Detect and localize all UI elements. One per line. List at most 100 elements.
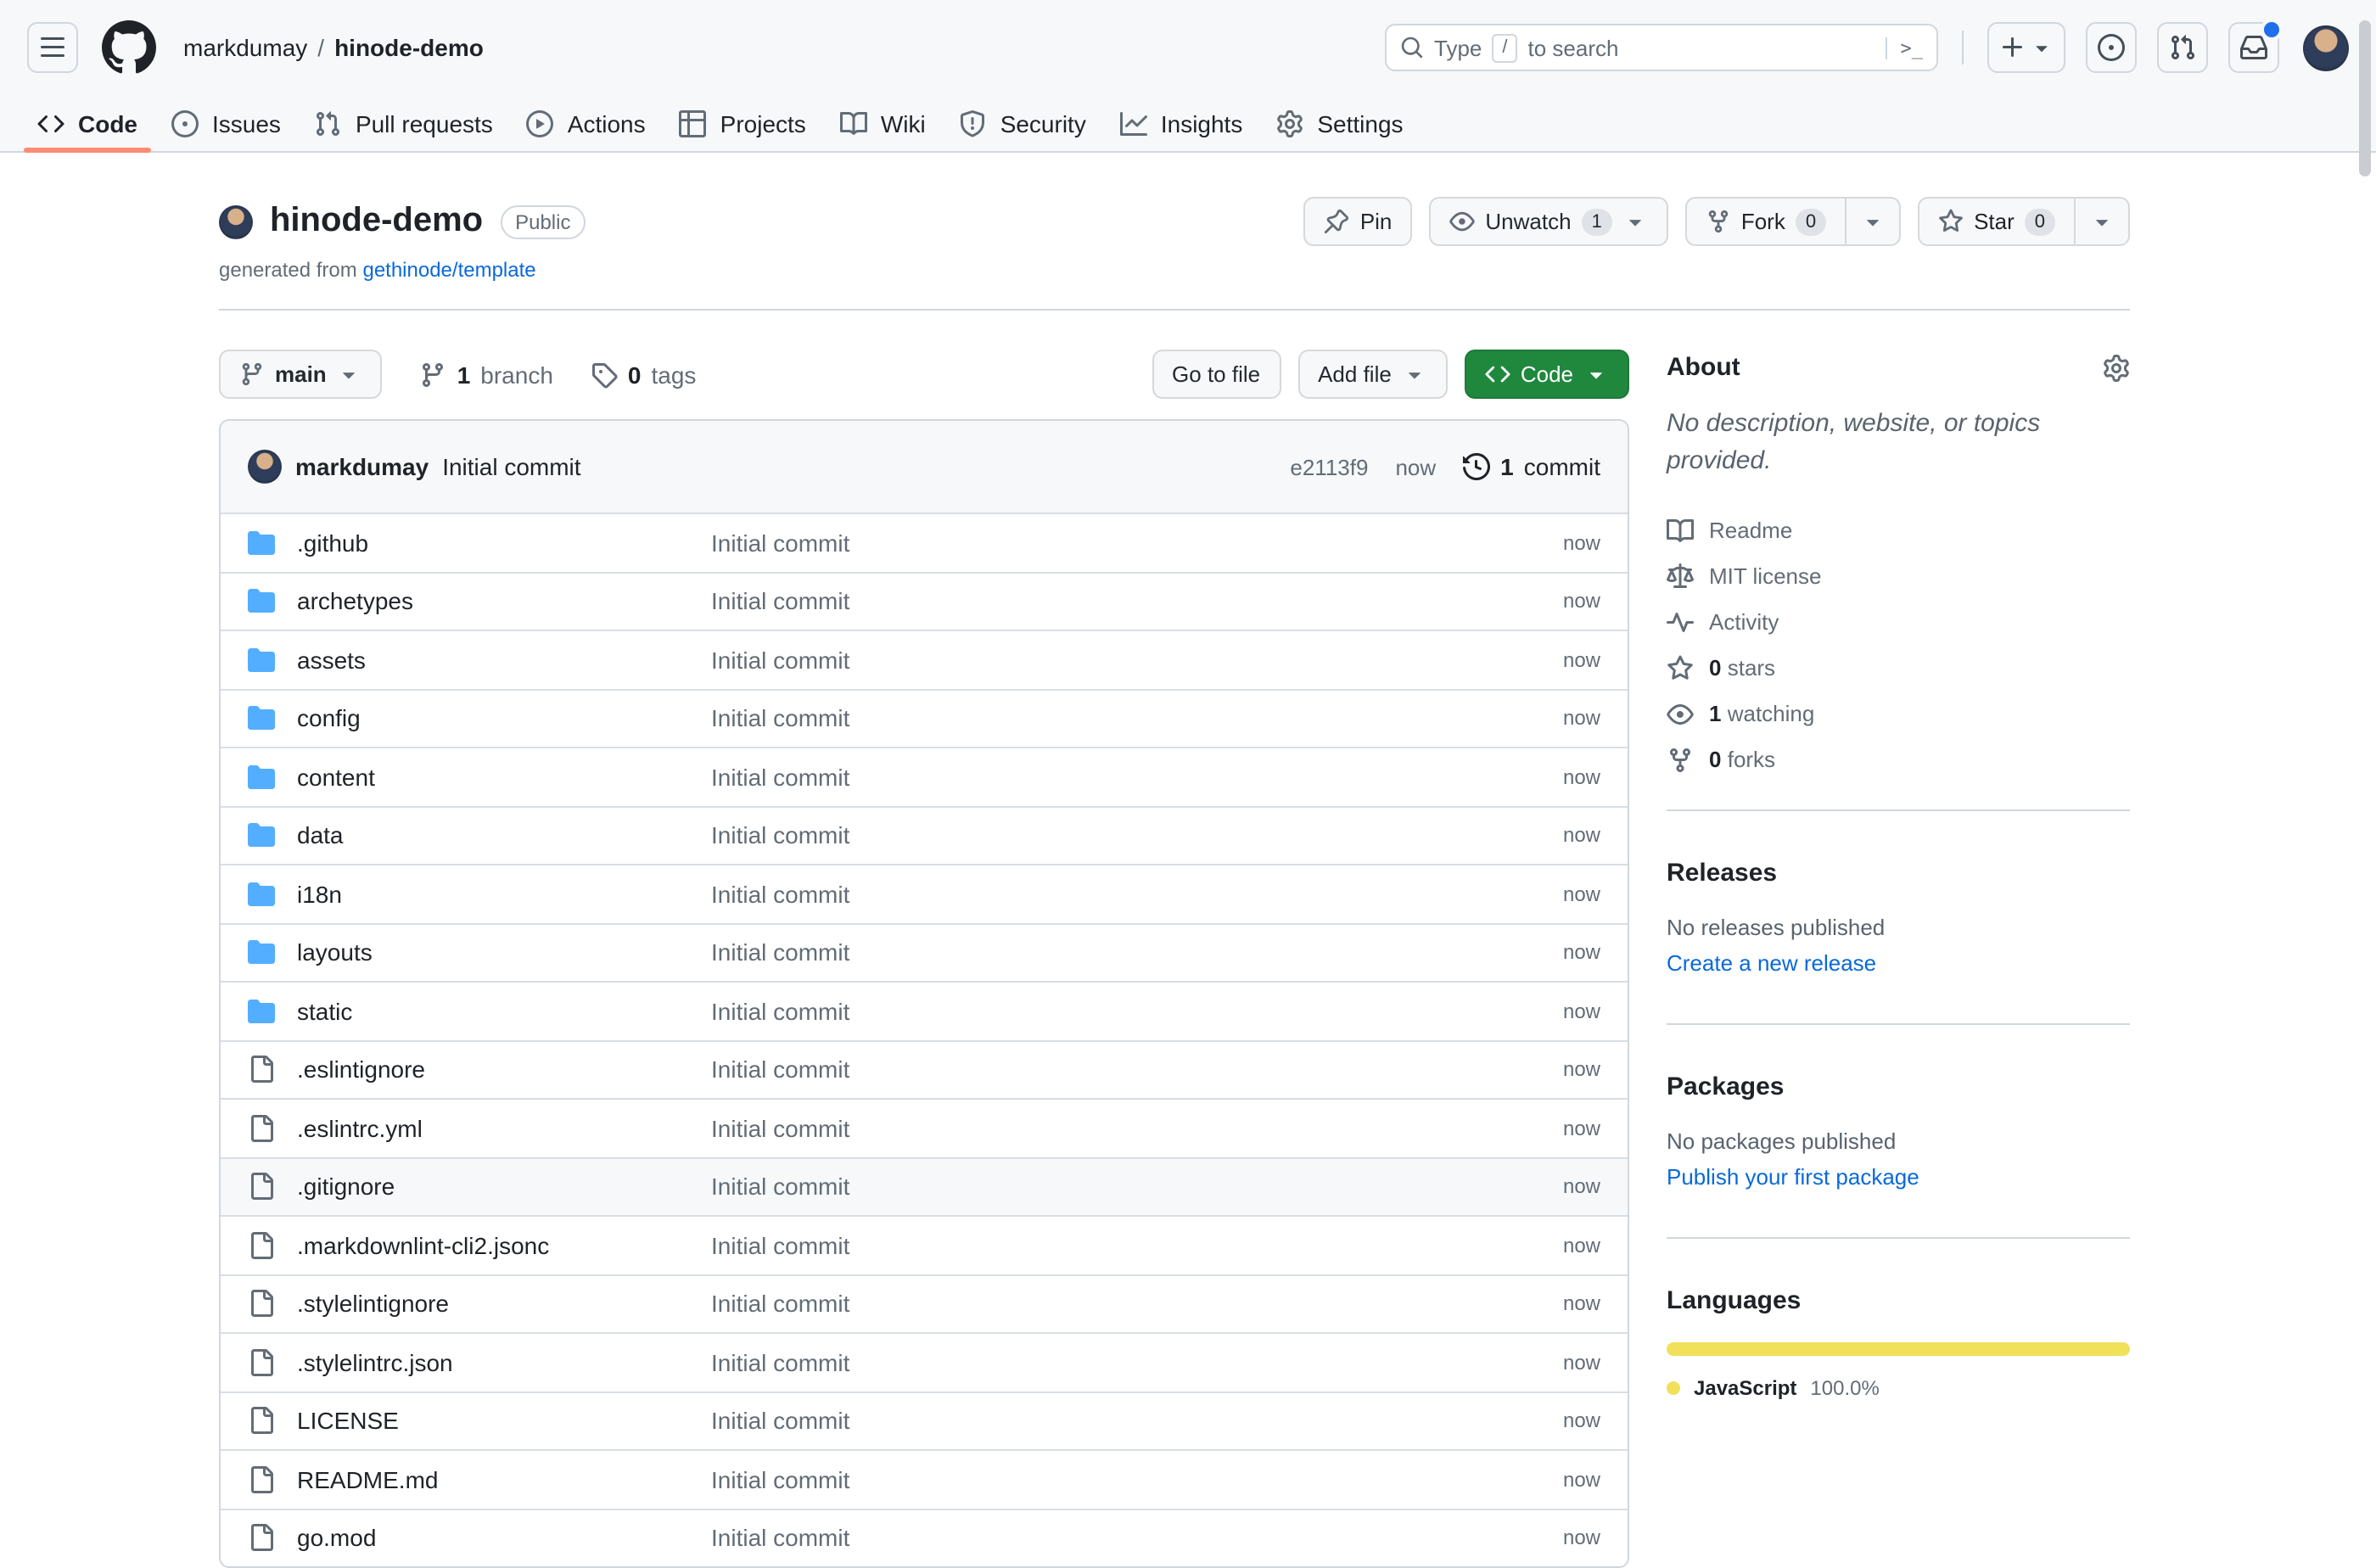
file-commit-link[interactable]: Initial commit <box>711 588 1563 615</box>
generated-from-line: generated from gethinode/template <box>219 258 2130 282</box>
file-commit-link[interactable]: Initial commit <box>711 1056 1563 1084</box>
fork-button[interactable]: Fork 0 <box>1687 199 1845 244</box>
file-name-link[interactable]: .github <box>297 529 711 557</box>
tab-issues[interactable]: Issues <box>158 95 294 151</box>
file-name-link[interactable]: go.mod <box>297 1525 711 1552</box>
file-name-link[interactable]: assets <box>297 647 711 674</box>
gear-icon[interactable] <box>2103 354 2130 381</box>
file-browser-column: main 1branch 0tags Go to file <box>219 350 1629 1568</box>
about-readme-link[interactable]: Readme <box>1667 507 2130 553</box>
file-name-link[interactable]: .markdownlint-cli2.jsonc <box>297 1232 711 1259</box>
tab-actions[interactable]: Actions <box>513 95 659 151</box>
global-search-input[interactable]: Type / to search >_ <box>1385 24 1938 71</box>
file-commit-link[interactable]: Initial commit <box>711 1291 1563 1318</box>
issues-dashboard-button[interactable] <box>2086 22 2137 73</box>
breadcrumb-repo-link[interactable]: hinode-demo <box>334 34 484 61</box>
hamburger-menu-button[interactable] <box>27 22 78 73</box>
file-commit-link[interactable]: Initial commit <box>711 764 1563 791</box>
file-commit-link[interactable]: Initial commit <box>711 1232 1563 1259</box>
languages-section: Languages JavaScript 100.0% <box>1667 1237 2130 1420</box>
about-stars-link[interactable]: 0 stars <box>1667 645 2130 691</box>
folder-icon <box>248 647 275 674</box>
file-commit-link[interactable]: Initial commit <box>711 1349 1563 1376</box>
file-name-link[interactable]: .eslintignore <box>297 1056 711 1084</box>
file-name-link[interactable]: i18n <box>297 881 711 908</box>
file-time: now <box>1563 1526 1600 1550</box>
file-row: archetypes Initial commit now <box>221 571 1628 630</box>
commit-sha-link[interactable]: e2113f9 <box>1290 454 1368 479</box>
file-name-link[interactable]: .eslintrc.yml <box>297 1115 711 1142</box>
language-legend-item[interactable]: JavaScript 100.0% <box>1667 1376 2130 1400</box>
pin-icon <box>1325 209 1350 234</box>
file-name-link[interactable]: data <box>297 822 711 849</box>
branches-link[interactable]: 1branch <box>420 361 553 388</box>
folder-icon <box>248 939 275 966</box>
tab-projects[interactable]: Projects <box>666 95 820 151</box>
repo-title[interactable]: hinode-demo <box>270 202 483 241</box>
pin-button[interactable]: Pin <box>1304 197 1413 246</box>
file-name-link[interactable]: .stylelintrc.json <box>297 1349 711 1376</box>
breadcrumb-owner-link[interactable]: markdumay <box>183 34 307 61</box>
file-commit-link[interactable]: Initial commit <box>711 647 1563 674</box>
file-commit-link[interactable]: Initial commit <box>711 1173 1563 1201</box>
file-commit-link[interactable]: Initial commit <box>711 1115 1563 1142</box>
notifications-inbox-button[interactable] <box>2228 22 2279 73</box>
fork-split-button: Fork 0 <box>1685 197 1901 246</box>
tab-security[interactable]: Security <box>946 95 1100 151</box>
commit-message-link[interactable]: Initial commit <box>442 453 580 480</box>
tab-code[interactable]: Code <box>24 95 151 151</box>
command-palette-icon[interactable]: >_ <box>1886 36 1924 59</box>
unwatch-button[interactable]: Unwatch 1 <box>1429 197 1667 246</box>
packages-title: Packages <box>1667 1072 2130 1101</box>
template-source-link[interactable]: gethinode/template <box>362 258 535 282</box>
about-forks-link[interactable]: 0 forks <box>1667 736 2130 782</box>
file-name-link[interactable]: archetypes <box>297 588 711 615</box>
file-commit-link[interactable]: Initial commit <box>711 529 1563 557</box>
add-file-button[interactable]: Add file <box>1297 350 1448 399</box>
file-name-link[interactable]: config <box>297 705 711 732</box>
file-name-link[interactable]: content <box>297 764 711 791</box>
go-to-file-button[interactable]: Go to file <box>1152 350 1280 399</box>
file-name-link[interactable]: static <box>297 998 711 1025</box>
code-button[interactable]: Code <box>1465 350 1629 399</box>
pull-requests-dashboard-button[interactable] <box>2157 22 2208 73</box>
page-scrollbar[interactable] <box>2359 20 2371 176</box>
file-name-link[interactable]: .stylelintignore <box>297 1291 711 1318</box>
about-license-link[interactable]: MIT license <box>1667 553 2130 599</box>
file-name-link[interactable]: layouts <box>297 939 711 966</box>
file-commit-link[interactable]: Initial commit <box>711 881 1563 908</box>
star-dropdown-button[interactable] <box>2074 199 2128 244</box>
file-name-link[interactable]: LICENSE <box>297 1408 711 1435</box>
file-commit-link[interactable]: Initial commit <box>711 1525 1563 1552</box>
file-commit-link[interactable]: Initial commit <box>711 998 1563 1025</box>
about-watching-link[interactable]: 1 watching <box>1667 691 2130 736</box>
publish-package-link[interactable]: Publish your first package <box>1667 1164 2130 1190</box>
file-row: data Initial commit now <box>221 805 1628 864</box>
commit-history-link[interactable]: 1commit <box>1463 453 1600 480</box>
user-avatar[interactable] <box>2303 25 2349 70</box>
tab-settings[interactable]: Settings <box>1263 95 1416 151</box>
github-logo[interactable] <box>102 20 156 75</box>
file-commit-link[interactable]: Initial commit <box>711 822 1563 849</box>
create-release-link[interactable]: Create a new release <box>1667 950 2130 976</box>
create-new-button[interactable] <box>1987 22 2065 73</box>
about-activity-link[interactable]: Activity <box>1667 599 2130 645</box>
branch-selector-button[interactable]: main <box>219 350 383 399</box>
file-commit-link[interactable]: Initial commit <box>711 939 1563 966</box>
tab-insights[interactable]: Insights <box>1107 95 1257 151</box>
file-name-link[interactable]: .gitignore <box>297 1173 711 1201</box>
tab-pull-requests[interactable]: Pull requests <box>301 95 507 151</box>
star-button[interactable]: Star 0 <box>1919 199 2074 244</box>
tab-wiki[interactable]: Wiki <box>827 95 939 151</box>
about-title: About <box>1667 353 1740 382</box>
star-icon <box>1667 654 1694 681</box>
file-commit-link[interactable]: Initial commit <box>711 1466 1563 1493</box>
file-row: content Initial commit now <box>221 747 1628 805</box>
fork-dropdown-button[interactable] <box>1845 199 1899 244</box>
commit-author-avatar[interactable] <box>248 450 282 484</box>
file-commit-link[interactable]: Initial commit <box>711 1408 1563 1435</box>
commit-author-link[interactable]: markdumay <box>295 453 429 480</box>
file-commit-link[interactable]: Initial commit <box>711 705 1563 732</box>
file-name-link[interactable]: README.md <box>297 1466 711 1493</box>
tags-link[interactable]: 0tags <box>591 361 697 388</box>
